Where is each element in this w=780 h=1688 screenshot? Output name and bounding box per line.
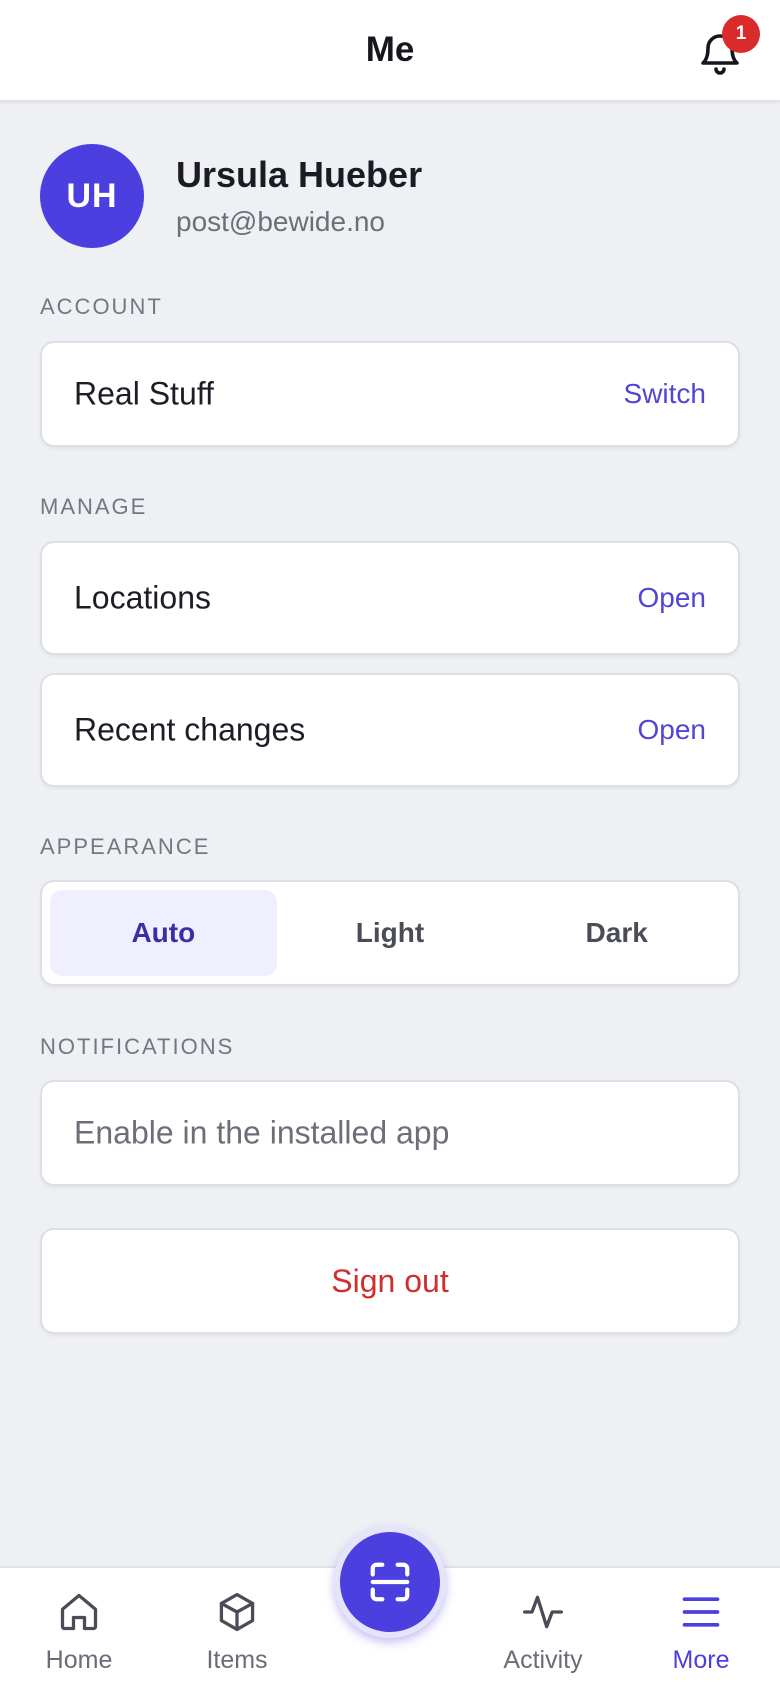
home-icon [60, 1593, 98, 1631]
box-icon [219, 1592, 255, 1632]
nav-activity[interactable]: Activity [483, 1568, 603, 1688]
recent-changes-row[interactable]: Recent changes Open [40, 673, 740, 787]
open-locations-button[interactable]: Open [638, 582, 707, 614]
nav-more[interactable]: More [641, 1568, 761, 1688]
section-label-appearance: APPEARANCE [40, 834, 211, 859]
nav-home[interactable]: Home [19, 1568, 139, 1688]
notifications-card: Enable in the installed app [40, 1080, 740, 1186]
user-name: Ursula Hueber [176, 154, 423, 195]
scan-button[interactable] [334, 1526, 446, 1638]
profile-header: UH Ursula Hueber post@bewide.no [40, 144, 740, 248]
open-recent-changes-button[interactable]: Open [638, 714, 707, 746]
locations-label: Locations [74, 579, 211, 616]
section-label-account: ACCOUNT [40, 294, 163, 319]
appearance-option-dark[interactable]: Dark [503, 890, 730, 976]
sign-out-button[interactable]: Sign out [40, 1228, 740, 1334]
switch-account-button[interactable]: Switch [624, 378, 706, 410]
section-label-manage: MANAGE [40, 494, 148, 519]
nav-more-label: More [672, 1646, 730, 1674]
nav-home-label: Home [45, 1646, 113, 1674]
recent-changes-label: Recent changes [74, 711, 306, 748]
top-app-bar: Me 1 [0, 0, 780, 102]
page-title: Me [365, 30, 415, 69]
nav-activity-label: Activity [503, 1646, 583, 1674]
account-row[interactable]: Real Stuff Switch [40, 341, 740, 447]
menu-icon [682, 1597, 720, 1627]
scan-icon [370, 1562, 410, 1602]
user-email: post@bewide.no [176, 206, 386, 237]
section-label-notifications: NOTIFICATIONS [40, 1034, 235, 1059]
avatar: UH [40, 144, 144, 248]
appearance-option-light[interactable]: Light [277, 890, 504, 976]
nav-items[interactable]: Items [177, 1568, 297, 1688]
account-name: Real Stuff [74, 375, 214, 412]
appearance-segmented-control: Auto Light Dark [40, 880, 740, 986]
appearance-option-auto[interactable]: Auto [50, 890, 277, 976]
activity-icon [523, 1595, 563, 1629]
notification-count-badge: 1 [722, 15, 760, 53]
notifications-info-text: Enable in the installed app [74, 1114, 450, 1151]
locations-row[interactable]: Locations Open [40, 541, 740, 655]
nav-items-label: Items [206, 1646, 268, 1674]
